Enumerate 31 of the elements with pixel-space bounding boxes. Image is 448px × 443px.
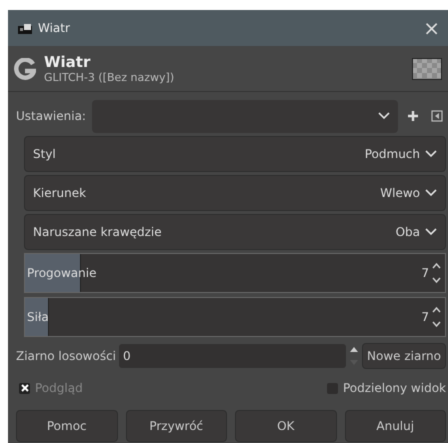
layer-name: GLITCH-3 ([Bez nazwy]) (44, 71, 176, 84)
close-button[interactable]: × (423, 18, 440, 38)
dialog-button[interactable]: OK (235, 410, 336, 442)
new-seed-button[interactable]: Nowe ziarno (362, 343, 446, 369)
dropdown[interactable]: Kierunek Wlewo (24, 175, 446, 211)
menu-icon[interactable] (431, 110, 443, 122)
checkbox-label: Podgląd (35, 381, 83, 395)
seed-label: Ziarno losowości (16, 349, 116, 363)
slider-field[interactable]: Progowanie 7 (24, 253, 446, 293)
presets-label: Ustawienia: (16, 109, 86, 123)
dropdown[interactable]: Naruszane krawędzie Oba (24, 214, 446, 250)
dialog-button[interactable]: Przywróć (126, 410, 227, 442)
seed-field[interactable]: 0 (119, 344, 346, 368)
chevron-icon (425, 189, 437, 197)
slider-field[interactable]: Siła 7 (24, 297, 446, 337)
checkbox[interactable] (326, 382, 338, 394)
spin-arrows-icon[interactable] (432, 261, 441, 285)
spin-arrows-icon[interactable] (432, 305, 441, 329)
chevron-icon (425, 150, 437, 158)
add-icon[interactable] (407, 110, 419, 122)
chevron-icon (378, 112, 390, 120)
chevron-icon (425, 228, 437, 236)
checkbox-label: Podzielony widok (342, 381, 446, 395)
dialog-title: Wiatr (44, 54, 92, 71)
checkbox[interactable] (19, 382, 30, 394)
logo-icon (14, 58, 36, 80)
dialog-button[interactable]: Anuluj (344, 410, 446, 442)
dropdown[interactable]: Styl Podmuch (24, 136, 446, 172)
window-title: Wiatr (38, 21, 71, 35)
dialog-button[interactable]: Pomoc (16, 410, 118, 442)
app-icon (18, 22, 32, 34)
